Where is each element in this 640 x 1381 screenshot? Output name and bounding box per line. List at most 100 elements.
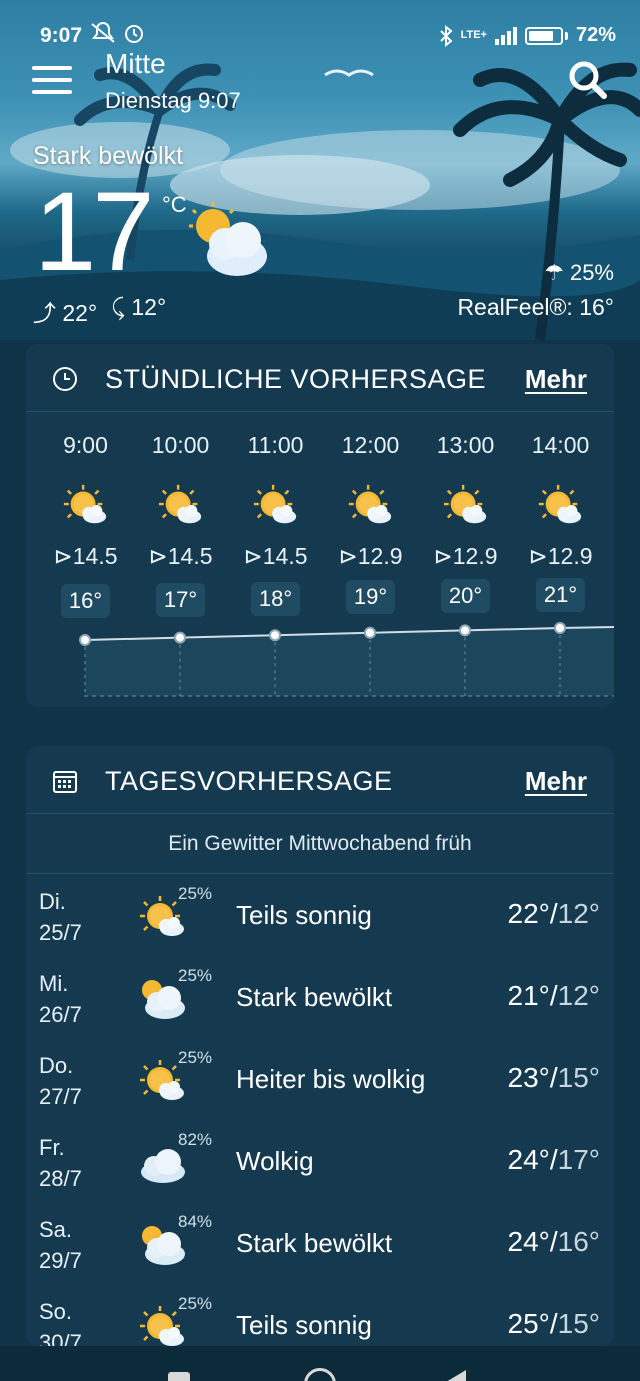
high-temp-group: ⤴ 22°: [33, 294, 97, 328]
battery-tip: [564, 31, 568, 40]
day-condition: Stark bewölkt: [236, 982, 393, 1012]
search-icon[interactable]: [566, 58, 608, 100]
day-high: 22°: [507, 898, 550, 929]
hour-column[interactable]: 12:00 ⊳12.9 19°: [323, 424, 418, 615]
day-row[interactable]: Sa. 29/7 84% Stark bewölkt 24°/16°: [26, 1202, 614, 1284]
day-date: 25/7: [39, 920, 82, 945]
bluetooth-icon: [439, 24, 453, 47]
high-low: ⤴ 22° ⤹ 12°: [33, 294, 166, 328]
day-precip: 82%: [178, 1130, 213, 1149]
partly-sunny-icon: [253, 484, 296, 524]
day-name: Mi.: [39, 971, 69, 996]
calendar-icon: [53, 771, 77, 793]
hourly-forecast-card: STÜNDLICHE VORHERSAGE Mehr 9:00 ⊳14.5 16° 1…: [26, 344, 614, 707]
partly-sunny-icon: [158, 484, 201, 524]
low-temp: 12°: [131, 294, 167, 320]
day-temps: 24°/17°: [508, 1144, 600, 1176]
day-row[interactable]: Di. 25/7 25% Teils sonnig 22°/12°: [26, 874, 614, 956]
hour-column[interactable]: 9:00 ⊳14.5 16°: [38, 424, 133, 618]
day-temps: 22°/12°: [508, 898, 600, 930]
day-high: 24°: [507, 1144, 550, 1175]
partly-sunny-icon: [443, 484, 486, 524]
day-low: 12°: [557, 980, 600, 1011]
home-button[interactable]: [304, 1368, 336, 1381]
wind-arrow-icon: ⊳: [243, 543, 263, 569]
hamburger-icon: [32, 66, 72, 70]
wind-speed: 14.5: [72, 543, 118, 569]
hour-wind: ⊳14.5: [38, 543, 133, 570]
day-low: 17°: [557, 1144, 600, 1175]
hour-wind: ⊳12.9: [323, 543, 418, 570]
hour-wind: ⊳14.5: [133, 543, 228, 570]
hour-column[interactable]: 14:00 ⊳12.9 21°: [513, 424, 608, 612]
day-condition: Wolkig: [236, 1146, 314, 1176]
day-high: 23°: [507, 1062, 550, 1093]
hour-time: 14:00: [531, 432, 590, 458]
day-name: Di.: [39, 889, 66, 914]
partly-sunny-icon: [348, 484, 391, 524]
day-label: Fr. 28/7: [39, 1132, 82, 1194]
back-button[interactable]: [446, 1370, 466, 1381]
day-date: 29/7: [39, 1248, 82, 1273]
umbrella-icon: ☂: [544, 260, 564, 285]
hour-wind: ⊳14.5: [228, 543, 323, 570]
daily-forecast-card: TAGESVORHERSAGE Mehr Ein Gewitter Mittwo…: [26, 746, 614, 1346]
realfeel: RealFeel®: 16°: [457, 294, 614, 320]
wind-speed: 14.5: [262, 543, 308, 569]
hour-column[interactable]: 13:00 ⊳12.9 20°: [418, 424, 513, 614]
current-temperature[interactable]: 17: [34, 176, 155, 288]
hour-temp: 19°: [345, 580, 396, 615]
day-row[interactable]: So. 30/7 25% Teils sonnig 25°/15°: [26, 1284, 614, 1346]
day-condition: Stark bewölkt: [236, 1228, 393, 1258]
precipitation: ☂ 25%: [544, 260, 614, 286]
hourly-list[interactable]: 9:00 ⊳14.5 16° 10:00 ⊳14.5 17° 11:00 ⊳14.5 18° 12…: [26, 424, 614, 704]
day-date: 28/7: [39, 1166, 82, 1191]
daily-more-link[interactable]: Mehr: [525, 766, 587, 797]
wind-arrow-icon: ⊳: [338, 543, 358, 569]
network-type: LTE+: [460, 29, 487, 41]
high-temp: 22°: [62, 300, 98, 326]
wind-arrow-icon: ⊳: [148, 543, 168, 569]
day-low: 16°: [557, 1226, 600, 1257]
day-label: So. 30/7: [39, 1296, 82, 1346]
mute-alarm-icon: [91, 22, 143, 43]
temp-point: [79, 634, 91, 646]
hourly-more-link[interactable]: Mehr: [525, 364, 587, 395]
hour-column[interactable]: 11:00 ⊳14.5 18°: [228, 424, 323, 616]
day-row[interactable]: Fr. 28/7 82% Wolkig 24°/17°: [26, 1120, 614, 1202]
hour-time: 9:00: [63, 432, 108, 458]
hour-temp: 16°: [60, 584, 111, 618]
temp-point: [174, 631, 186, 644]
day-name: Sa.: [39, 1217, 73, 1242]
menu-button[interactable]: [32, 66, 72, 94]
precip-value: 25%: [569, 260, 614, 285]
hour-column[interactable]: 10:00 ⊳14.5 17°: [133, 424, 228, 617]
location-name[interactable]: Mitte: [105, 48, 166, 80]
hamburger-icon-line: [32, 90, 72, 94]
day-condition: Teils sonnig: [236, 1310, 372, 1340]
hourly-header: STÜNDLICHE VORHERSAGE Mehr: [26, 344, 614, 412]
temp-point: [554, 622, 566, 634]
hour-temp: 21°: [535, 578, 586, 612]
status-bar: 9:07 LTE+ 72%: [0, 0, 640, 70]
temp-separator: /: [549, 1144, 558, 1175]
day-row[interactable]: Do. 27/7 25% Heiter bis wolkig 23°/15°: [26, 1038, 614, 1120]
day-label: Di. 25/7: [39, 886, 82, 948]
temp-separator: /: [549, 1062, 558, 1093]
wind-speed: 12.9: [547, 543, 593, 569]
status-time: 9:07: [40, 24, 83, 47]
mostly-cloudy-icon: [189, 202, 267, 276]
day-precip: 25%: [178, 966, 213, 985]
day-date: 27/7: [39, 1084, 82, 1109]
arrow-up-icon: ⤴: [33, 300, 56, 326]
battery-level: 72%: [575, 24, 616, 46]
hour-temp: 18°: [250, 581, 301, 616]
recents-button[interactable]: [168, 1372, 190, 1381]
clock-icon: [53, 367, 77, 391]
day-row[interactable]: Mi. 26/7 25% Stark bewölkt 21°/12°: [26, 956, 614, 1038]
hour-wind: ⊳12.9: [513, 543, 608, 570]
day-low: 12°: [557, 898, 600, 929]
day-precip: 84%: [178, 1212, 213, 1231]
temperature-unit: °C: [162, 192, 187, 217]
day-name: So.: [39, 1299, 73, 1324]
